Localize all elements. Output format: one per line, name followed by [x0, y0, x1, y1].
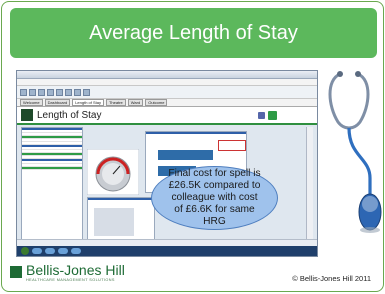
app-tab: Welcome [20, 99, 43, 106]
slide: Average Length of Stay Welcome Dashboard… [1, 1, 384, 292]
taskbar-app-icon [58, 248, 68, 254]
slide-title-bar: Average Length of Stay [10, 8, 377, 58]
toolbar-icon [38, 88, 45, 96]
print-icon [258, 111, 265, 119]
toolbar-icon [20, 88, 27, 96]
taskbar-app-icon [32, 248, 42, 254]
app-tabs: Welcome Dashboard Length of Stay Theatre… [17, 99, 317, 107]
start-button-icon [21, 247, 29, 255]
lower-widget [87, 197, 155, 245]
export-icon [268, 110, 277, 120]
stethoscope-mouse-icon [328, 71, 382, 233]
header-icons [258, 110, 277, 120]
app-logo-icon [21, 109, 33, 121]
toolbar-icon [83, 88, 90, 96]
app-tab: Theatre [105, 99, 126, 106]
highlight-box [218, 140, 246, 151]
gauge-widget [87, 149, 139, 195]
app-status-bar [17, 239, 317, 246]
brand-mark-icon [10, 266, 22, 278]
app-menubar [17, 79, 317, 86]
lower-widget-header [88, 198, 154, 200]
callout-bubble: Final cost for spell is £26.5K compared … [151, 166, 278, 230]
filter-panel [21, 127, 83, 249]
toolbar-icon [65, 88, 72, 96]
taskbar-app-icon [71, 248, 81, 254]
lower-widget-content [94, 208, 134, 236]
app-page-header: Length of Stay [17, 107, 317, 125]
app-tab: Ward [127, 99, 144, 106]
embedded-screenshot: Welcome Dashboard Length of Stay Theatre… [16, 70, 318, 257]
app-tab: Dashboard [44, 99, 71, 106]
app-tab-active: Length of Stay [72, 99, 104, 106]
app-tab: Outcome [145, 99, 168, 106]
callout-text: Final cost for spell is £26.5K compared … [168, 168, 261, 227]
app-toolbar [17, 86, 317, 99]
toolbar-icon [47, 88, 54, 96]
vertical-scrollbar [306, 127, 313, 247]
brand-subtitle: HEALTHCARE MANAGEMENT SOLUTIONS [26, 278, 115, 282]
brand-name: Bellis-Jones Hill [26, 262, 125, 278]
app-titlebar [17, 71, 317, 79]
taskbar-app-icon [45, 248, 55, 254]
os-taskbar [17, 246, 317, 256]
toolbar-icon [74, 88, 81, 96]
app-page-title: Length of Stay [37, 109, 102, 121]
filter-row-highlight [22, 167, 82, 170]
copyright-text: © Bellis-Jones Hill 2011 [292, 274, 371, 283]
bar-chart-header [146, 132, 246, 134]
toolbar-icon [29, 88, 36, 96]
toolbar-icon [56, 88, 63, 96]
slide-title: Average Length of Stay [89, 21, 298, 44]
bar [158, 150, 213, 160]
